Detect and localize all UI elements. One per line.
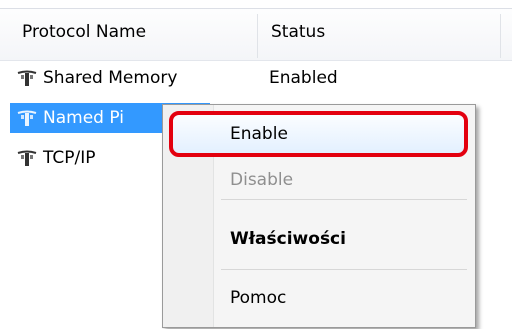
menu-separator — [221, 199, 467, 200]
header-topline — [0, 0, 512, 9]
protocol-icon — [17, 70, 37, 86]
protocol-icon — [17, 150, 37, 166]
menu-item-enable[interactable]: Enable — [230, 124, 288, 144]
column-header-protocol-name[interactable]: Protocol Name — [22, 22, 146, 42]
menu-item-properties[interactable]: Właściwości — [230, 229, 346, 249]
protocol-status: Enabled — [269, 68, 338, 88]
column-header-status[interactable]: Status — [271, 22, 325, 42]
menu-item-disable[interactable]: Disable — [230, 170, 293, 190]
protocol-name: Shared Memory — [43, 68, 178, 88]
protocol-name: Named Pi — [43, 108, 124, 128]
enable-highlight-box — [169, 111, 468, 157]
menu-item-help[interactable]: Pomoc — [230, 288, 286, 308]
table-row-shared-memory[interactable]: Shared Memory Enabled — [10, 63, 450, 93]
protocol-name: TCP/IP — [43, 148, 96, 168]
menu-separator — [221, 269, 467, 270]
column-divider[interactable] — [500, 14, 501, 58]
column-divider[interactable] — [257, 14, 258, 58]
table-row-tcp-ip[interactable]: TCP/IP — [10, 143, 160, 173]
list-header: Protocol Name Status — [0, 0, 512, 61]
protocol-icon — [17, 110, 37, 126]
